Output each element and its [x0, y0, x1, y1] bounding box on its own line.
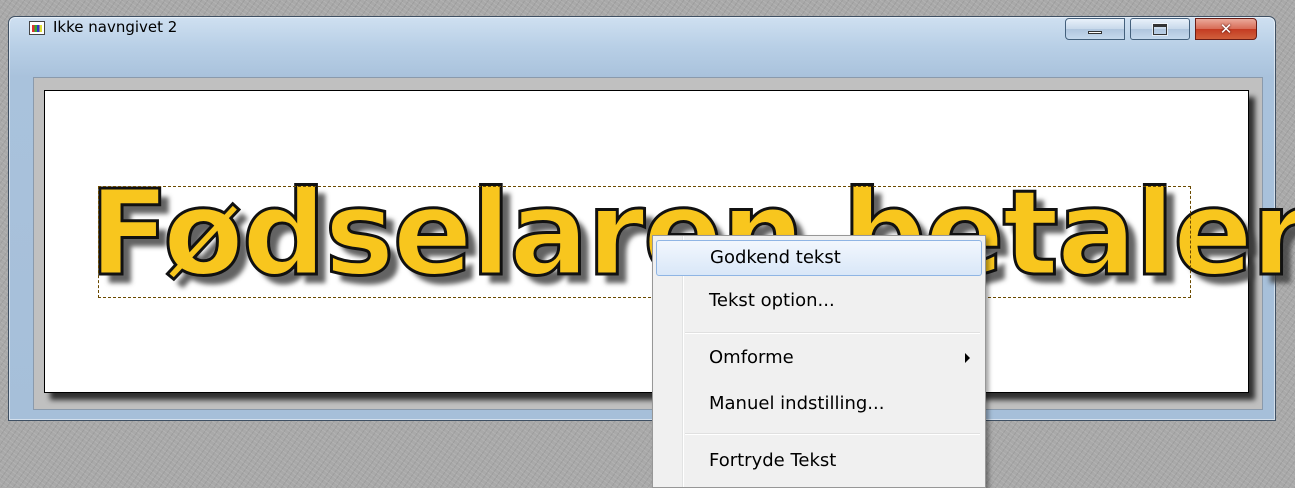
menu-item-label: Omforme — [709, 347, 794, 368]
context-menu: Godkend tekst Tekst option... Omforme Ma… — [652, 235, 986, 488]
close-icon: ✕ — [1219, 20, 1233, 38]
menu-separator — [685, 332, 980, 334]
window-title: Ikke navngivet 2 — [53, 18, 178, 36]
text-selection-marquee[interactable] — [98, 186, 1191, 298]
menu-item-fortryde-tekst[interactable]: Fortryde Tekst — [656, 444, 982, 480]
menu-item-manuel-indstilling[interactable]: Manuel indstilling... — [656, 387, 982, 423]
minimize-icon — [1088, 31, 1102, 34]
menu-item-omforme[interactable]: Omforme — [656, 341, 982, 377]
image-document-icon[interactable] — [29, 21, 45, 35]
maximize-button[interactable] — [1130, 18, 1190, 40]
menu-item-tekst-option[interactable]: Tekst option... — [656, 284, 982, 320]
submenu-arrow-icon — [965, 353, 970, 363]
close-button[interactable]: ✕ — [1195, 18, 1257, 40]
minimize-button[interactable] — [1065, 18, 1125, 40]
menu-separator — [685, 433, 980, 435]
menu-item-godkend-tekst[interactable]: Godkend tekst — [656, 240, 982, 276]
maximize-icon — [1153, 24, 1167, 35]
